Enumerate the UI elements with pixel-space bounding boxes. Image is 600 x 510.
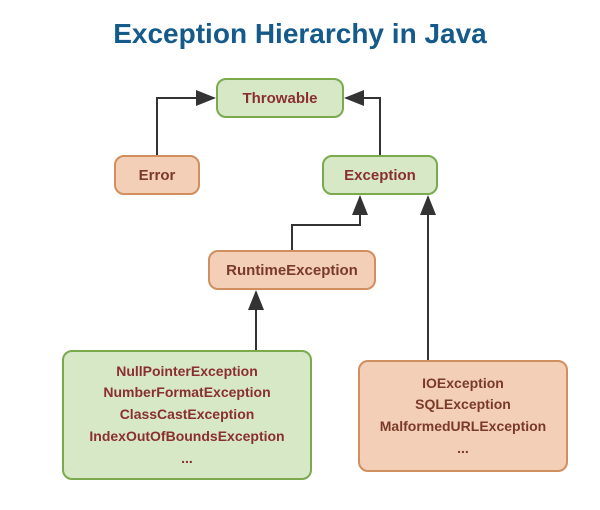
checked-child-item: MalformedURLException <box>380 416 546 438</box>
node-runtime-exception: RuntimeException <box>208 250 376 290</box>
node-runtime-children: NullPointerException NumberFormatExcepti… <box>62 350 312 480</box>
diagram-title: Exception Hierarchy in Java <box>0 18 600 50</box>
runtime-child-item: IndexOutOfBoundsException <box>89 426 284 448</box>
checked-child-item: SQLException <box>415 394 511 416</box>
node-throwable: Throwable <box>216 78 344 118</box>
runtime-child-item: NullPointerException <box>116 361 258 383</box>
runtime-child-item: ClassCastException <box>120 404 255 426</box>
node-error: Error <box>114 155 200 195</box>
checked-child-item: IOException <box>422 373 504 395</box>
node-checked-children: IOException SQLException MalformedURLExc… <box>358 360 568 472</box>
runtime-child-item: ... <box>181 448 193 470</box>
checked-child-item: ... <box>457 438 469 460</box>
node-exception: Exception <box>322 155 438 195</box>
runtime-child-item: NumberFormatException <box>103 382 270 404</box>
